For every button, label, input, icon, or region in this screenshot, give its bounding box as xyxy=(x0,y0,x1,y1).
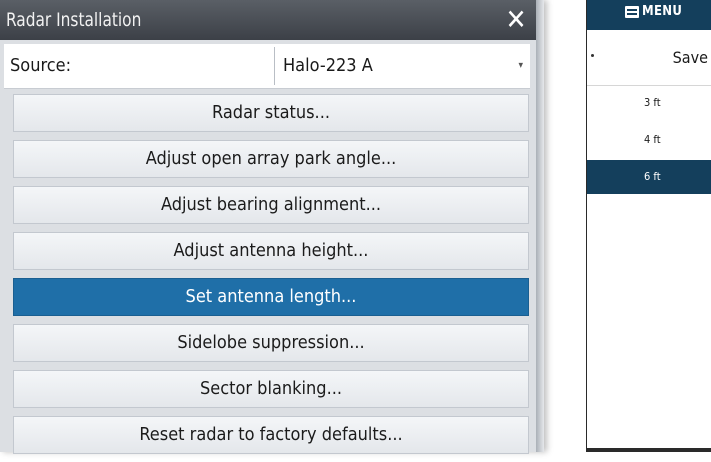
chevron-down-icon: ▾ xyxy=(518,60,523,71)
source-row: Source: Halo-223 A ▾ xyxy=(4,44,530,89)
radar-installation-dialog: Radar Installation ✕ Source: Halo-223 A … xyxy=(0,0,544,454)
dialog-titlebar: Radar Installation ✕ xyxy=(0,0,536,40)
sidelobe-suppression-button[interactable]: Sidelobe suppression... xyxy=(13,324,529,362)
sector-blanking-button[interactable]: Sector blanking... xyxy=(13,370,529,408)
park-angle-button[interactable]: Adjust open array park angle... xyxy=(13,140,529,178)
antenna-length-options: 3 ft 4 ft 6 ft xyxy=(587,86,711,197)
source-label: Source: xyxy=(10,55,72,76)
option-3ft[interactable]: 3 ft xyxy=(587,86,711,120)
dialog-edge xyxy=(536,0,544,452)
antenna-height-button[interactable]: Adjust antenna height... xyxy=(13,232,529,270)
source-dropdown[interactable]: Halo-223 A ▾ xyxy=(274,47,529,85)
bearing-alignment-button[interactable]: Adjust bearing alignment... xyxy=(13,186,529,224)
source-value: Halo-223 A xyxy=(283,55,373,76)
option-4ft[interactable]: 4 ft xyxy=(587,123,711,157)
option-6ft[interactable]: 6 ft xyxy=(587,160,711,194)
antenna-length-button[interactable]: Set antenna length... xyxy=(13,278,529,316)
radar-options-list: Radar status... Adjust open array park a… xyxy=(13,94,529,462)
menu-icon xyxy=(625,6,639,18)
menu-label: MENU xyxy=(642,4,683,19)
radar-status-button[interactable]: Radar status... xyxy=(13,94,529,132)
side-menu-panel: MENU Save 3 ft 4 ft 6 ft xyxy=(586,0,711,452)
panel-bottom-edge xyxy=(587,448,711,452)
dialog-title: Radar Installation xyxy=(6,9,142,31)
save-row: Save xyxy=(587,30,711,86)
bullet-icon xyxy=(591,54,594,57)
factory-reset-button[interactable]: Reset radar to factory defaults... xyxy=(13,416,529,454)
side-menu-header[interactable]: MENU xyxy=(587,0,711,30)
save-button[interactable]: Save xyxy=(673,30,708,85)
close-icon[interactable]: ✕ xyxy=(500,4,532,36)
